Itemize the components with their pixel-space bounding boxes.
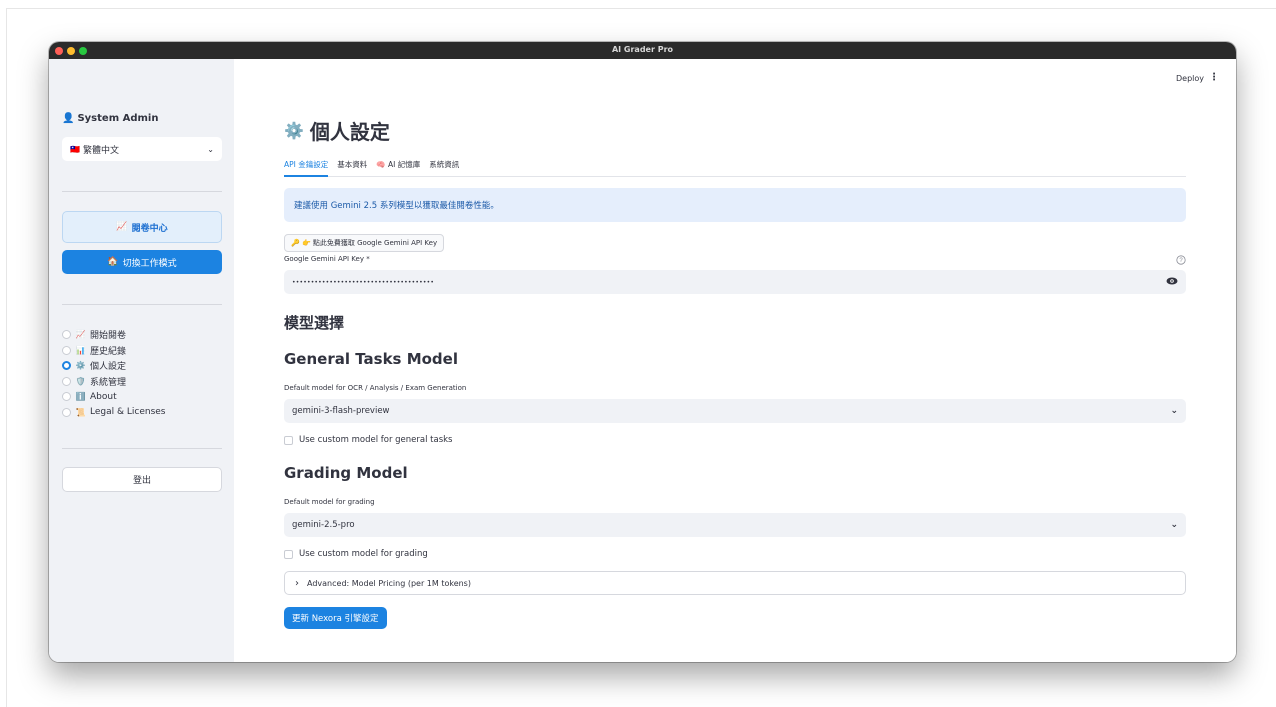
advanced-pricing-label: Advanced: Model Pricing (per 1M tokens) [307,578,471,588]
user-info: 👤 System Admin [62,113,158,124]
sidebar-divider [62,191,222,192]
radio-button[interactable] [62,392,71,402]
scroll-icon: 📜 [75,407,86,417]
radio-button[interactable] [62,345,71,355]
info-icon: ℹ️ [75,392,86,402]
general-custom-checkbox-row[interactable]: Use custom model for general tasks [284,435,452,445]
chevron-down-icon: ⌄ [1170,520,1178,530]
gear-icon: ⚙️ [75,361,86,371]
grading-model-title: Grading Model [284,464,408,482]
sidebar-item-start-grading[interactable]: 📈 開始閱卷 [62,327,165,343]
language-select[interactable]: 🇹🇼 繁體中文 ⌄ [62,137,222,161]
api-key-label: Google Gemini API Key * [284,255,370,263]
gear-icon: ⚙️ [284,121,304,140]
sidebar-item-label: Legal & Licenses [90,407,166,418]
grading-custom-checkbox-row[interactable]: Use custom model for grading [284,549,428,559]
sidebar-item-about[interactable]: ℹ️ About [62,389,165,405]
switch-mode-button[interactable]: 🏠 切換工作模式 [62,250,222,274]
tab-ai-memory[interactable]: 🧠 AI 記憶庫 [376,158,420,177]
get-api-key-button[interactable]: 🔑 👉 點此免費獲取 Google Gemini API Key [284,234,445,252]
sidebar-item-label: 系統管理 [90,377,127,388]
sidebar-item-label: 開始閱卷 [90,331,127,342]
home-icon: 🏠 [107,257,119,267]
general-model-value: gemini-3-flash-preview [292,406,390,416]
svg-text:?: ? [1179,258,1183,264]
grading-model-label: Default model for grading [284,498,375,506]
switch-mode-label: 切換工作模式 [122,258,177,269]
advanced-pricing-expander[interactable]: › Advanced: Model Pricing (per 1M tokens… [284,571,1186,595]
help-icon[interactable]: ? [1176,255,1186,267]
api-key-input[interactable]: •••••••••••••••••••••••••••••••••••••• [284,270,1186,294]
sidebar-item-history[interactable]: 📊 歷史紀錄 [62,343,165,359]
user-name: System Admin [77,113,159,124]
model-section-title: 模型選擇 [284,314,345,332]
update-engine-button[interactable]: 更新 Nexora 引擎設定 [284,607,387,629]
user-icon: 👤 [62,113,75,124]
general-model-label: Default model for OCR / Analysis / Exam … [284,384,467,392]
chevron-down-icon: ⌄ [207,144,214,154]
page-title-text: 個人設定 [309,120,390,144]
grading-custom-checkbox-label: Use custom model for grading [299,549,428,559]
grading-model-select[interactable]: gemini-2.5-pro ⌄ [284,513,1186,537]
info-banner: 建議使用 Gemini 2.5 系列模型以獲取最佳閱卷性能。 [284,188,1186,222]
checkbox[interactable] [284,549,293,559]
deploy-button[interactable]: Deploy [1176,74,1204,83]
chevron-right-icon: › [295,577,299,589]
settings-tabs: API 金鑰設定 基本資料 🧠 AI 記憶庫 系統資訊 [284,158,1186,177]
page-title: ⚙️ 個人設定 [284,116,390,145]
chart-up-icon: 📈 [75,330,86,340]
sidebar-item-personal-settings[interactable]: ⚙️ 個人設定 [62,358,165,374]
grader-center-button[interactable]: 📈 閱卷中心 [62,211,222,243]
window-title: AI Grader Pro [611,45,674,54]
help-circle-icon: ? [1176,255,1186,265]
main-area: Deploy ⋮ ⚙️ 個人設定 API 金鑰設定 基本資料 🧠 AI 記憶庫 … [234,59,1236,662]
radio-button[interactable] [62,376,71,386]
tab-api-key[interactable]: API 金鑰設定 [284,158,329,177]
general-model-title: General Tasks Model [284,350,458,368]
sidebar-item-legal[interactable]: 📜 Legal & Licenses [62,405,165,421]
sidebar-divider [62,304,222,305]
tab-basic-info[interactable]: 基本資料 [337,158,367,177]
radio-button[interactable] [62,407,71,417]
sidebar-nav: 📈 開始閱卷 📊 歷史紀錄 ⚙️ 個人設定 🛡️ 系統管理 ℹ️ About 📜… [62,327,165,420]
logout-button[interactable]: 登出 [62,467,222,492]
grading-model-value: gemini-2.5-pro [292,520,355,530]
bar-chart-icon: 📊 [75,345,86,355]
sidebar-item-label: About [90,391,117,402]
sidebar-item-label: 個人設定 [90,362,127,373]
general-model-select[interactable]: gemini-3-flash-preview ⌄ [284,399,1186,423]
tab-system-info[interactable]: 系統資訊 [429,158,459,177]
language-value: 繁體中文 [82,145,119,156]
radio-button-selected[interactable] [62,361,71,371]
sidebar-divider [62,448,222,449]
api-key-value: •••••••••••••••••••••••••••••••••••••• [292,278,435,286]
flag-icon: 🇹🇼 [70,144,80,154]
chart-up-icon: 📈 [116,222,128,232]
general-custom-checkbox-label: Use custom model for general tasks [299,435,453,445]
title-bar: AI Grader Pro [49,42,1236,59]
chevron-down-icon: ⌄ [1170,406,1178,416]
radio-button[interactable] [62,330,71,340]
grader-center-label: 閱卷中心 [131,223,168,234]
sidebar-item-label: 歷史紀錄 [90,346,127,357]
sidebar-item-system-admin[interactable]: 🛡️ 系統管理 [62,374,165,390]
more-menu-icon[interactable]: ⋮ [1209,72,1219,83]
eye-icon [1166,277,1178,284]
shield-icon: 🛡️ [75,376,86,386]
show-password-eye-icon[interactable] [1166,277,1178,288]
app-window: AI Grader Pro 👤 System Admin 🇹🇼 繁體中文 ⌄ 📈… [49,42,1236,662]
checkbox[interactable] [284,435,293,445]
sidebar: 👤 System Admin 🇹🇼 繁體中文 ⌄ 📈 閱卷中心 🏠 切換工作模式… [49,59,234,662]
